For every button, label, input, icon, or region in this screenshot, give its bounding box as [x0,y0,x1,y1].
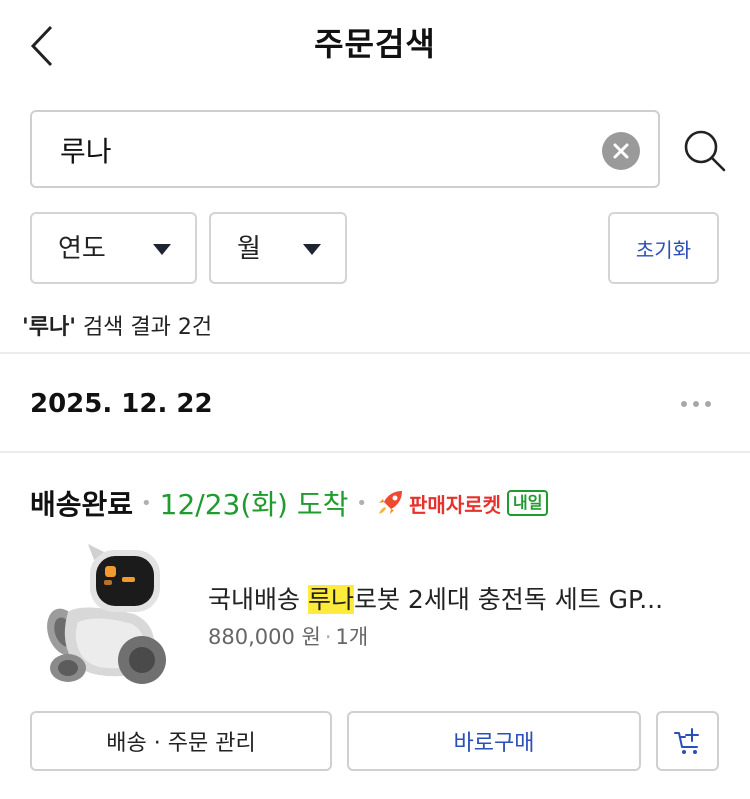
search-icon [684,130,726,172]
rocket-icon [375,488,405,518]
buy-now-button[interactable]: 바로구매 [347,711,641,771]
header: 주문검색 [0,0,750,92]
caret-down-icon [153,244,171,255]
delivery-type: 판매자로켓 [409,492,502,517]
manage-order-button[interactable]: 배송 · 주문 관리 [30,711,332,771]
arrival-date: 12/23(화) 도착 [159,488,349,521]
separator-dot: • [356,492,368,514]
result-query: '루나' [22,315,76,340]
cart-add-icon [673,728,699,754]
page-title: 주문검색 [314,25,436,63]
caret-down-icon [303,244,321,255]
year-dropdown-label: 연도 [58,234,106,264]
product-meta: 880,000 원 · 1개 [208,622,368,652]
product-name-prefix: 국내배송 [208,585,308,614]
add-to-cart-button[interactable] [656,711,719,771]
divider [0,352,750,354]
delivery-status-row: 배송완료 • 12/23(화) 도착 • 판매자로켓 내일 [30,480,549,526]
delivery-status: 배송완료 [30,488,134,521]
delivery-badge: 내일 [507,490,549,516]
more-horizontal-icon [681,401,687,407]
month-dropdown-label: 월 [237,234,261,264]
order-date: 2025. 12. 22 [30,389,213,419]
result-summary: '루나' 검색 결과 2건 [22,312,212,344]
product-name-highlight: 루나 [307,585,354,614]
year-dropdown[interactable]: 연도 [30,212,197,284]
result-count-text: 검색 결과 2건 [75,315,213,340]
reset-button[interactable]: 초기화 [608,212,719,284]
more-options-button[interactable] [672,386,720,422]
clear-circle-icon [613,143,629,159]
product-name[interactable]: 국내배송 루나로봇 2세대 충전독 세트 GP... [208,582,728,618]
more-horizontal-icon [693,401,699,407]
search-button[interactable] [680,126,728,174]
more-horizontal-icon [705,401,711,407]
product-price: 880,000 원 [208,625,321,649]
separator-dot: · [324,625,332,649]
separator-dot: • [141,492,152,514]
month-dropdown[interactable]: 월 [209,212,347,284]
divider [0,451,750,453]
search-input[interactable] [60,128,560,172]
product-name-suffix: 로봇 2세대 충전독 세트 GP... [353,585,664,614]
product-image[interactable] [38,540,178,690]
search-box [30,110,660,188]
clear-search-button[interactable] [602,132,640,170]
product-quantity: 1개 [335,625,369,649]
